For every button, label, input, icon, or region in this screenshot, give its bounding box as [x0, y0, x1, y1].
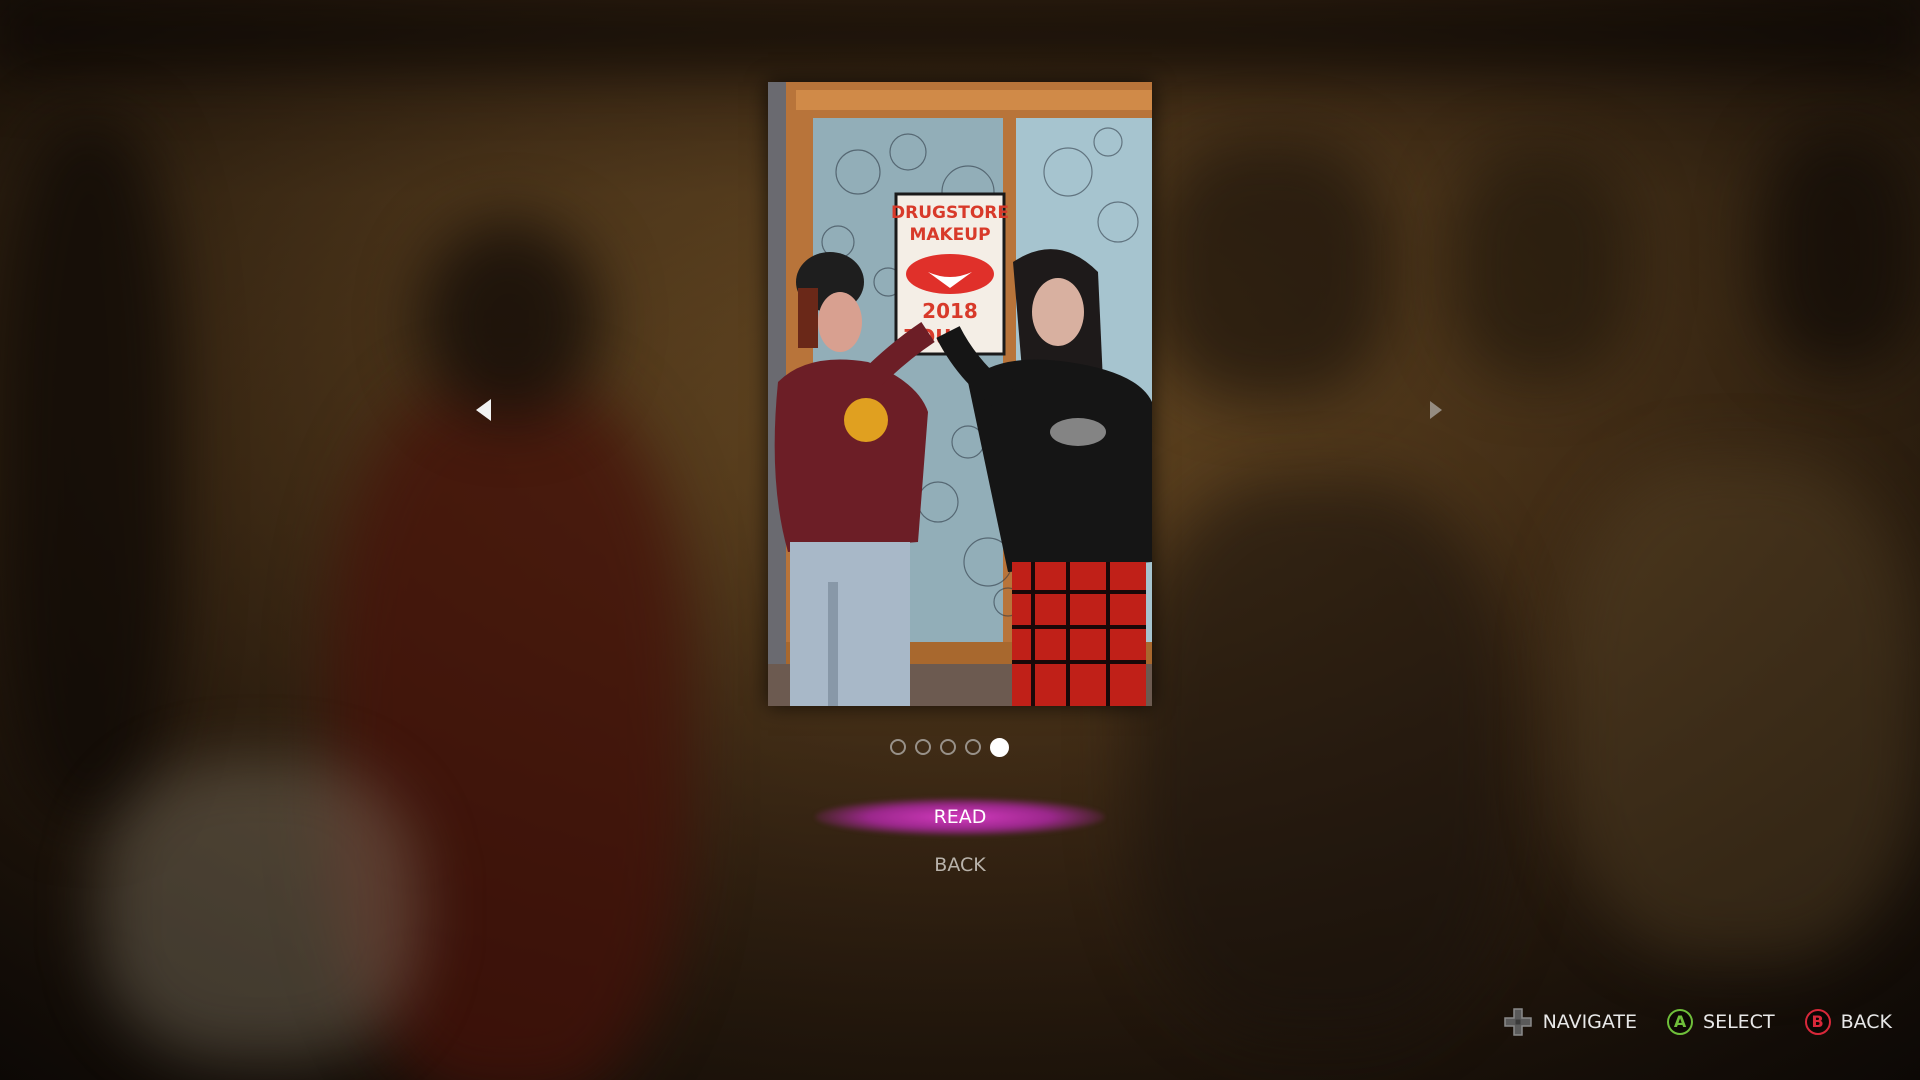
photo-illustration: DRUGSTORE MAKEUP 2018 TOU — [768, 82, 1152, 706]
dpad-icon — [1503, 1008, 1532, 1036]
page-dot[interactable] — [890, 739, 906, 755]
page-dot[interactable] — [940, 739, 956, 755]
gallery-photo: DRUGSTORE MAKEUP 2018 TOU — [768, 82, 1152, 706]
next-arrow-icon[interactable] — [1430, 401, 1442, 419]
background-shadow — [0, 0, 1920, 70]
hint-navigate: NAVIGATE — [1503, 1007, 1637, 1037]
background-object — [1130, 480, 1510, 1040]
page-dot[interactable] — [915, 739, 931, 755]
background-frame — [1450, 150, 1630, 380]
sign-line1: DRUGSTORE — [891, 203, 1009, 223]
background-shadow — [1760, 130, 1920, 370]
page-dot-active[interactable] — [990, 738, 1009, 757]
read-button[interactable]: READ — [810, 800, 1110, 834]
hint-back: B BACK — [1804, 1009, 1892, 1035]
sign-line2: MAKEUP — [909, 225, 990, 245]
hint-select: A SELECT — [1667, 1009, 1775, 1035]
hint-back-label: BACK — [1840, 1011, 1892, 1033]
sign-line3: 2018 — [922, 299, 978, 323]
page-indicator — [890, 738, 1009, 757]
background-figure-head — [420, 220, 600, 420]
page-dot[interactable] — [965, 739, 981, 755]
background-shadow — [0, 120, 180, 820]
hint-select-label: SELECT — [1703, 1011, 1775, 1033]
button-hints: NAVIGATE A SELECT B BACK — [1503, 1005, 1892, 1039]
previous-arrow-icon[interactable] — [476, 399, 491, 421]
background-object — [100, 760, 420, 1060]
background-frame — [1150, 140, 1390, 400]
back-button[interactable]: BACK — [810, 850, 1110, 880]
hint-navigate-label: NAVIGATE — [1542, 1011, 1638, 1033]
b-button-icon: B — [1804, 1009, 1831, 1035]
background-object — [1560, 460, 1920, 960]
game-screen: DRUGSTORE MAKEUP 2018 TOU READ BACK NAVI… — [0, 0, 1920, 1080]
a-button-icon: A — [1667, 1009, 1694, 1035]
